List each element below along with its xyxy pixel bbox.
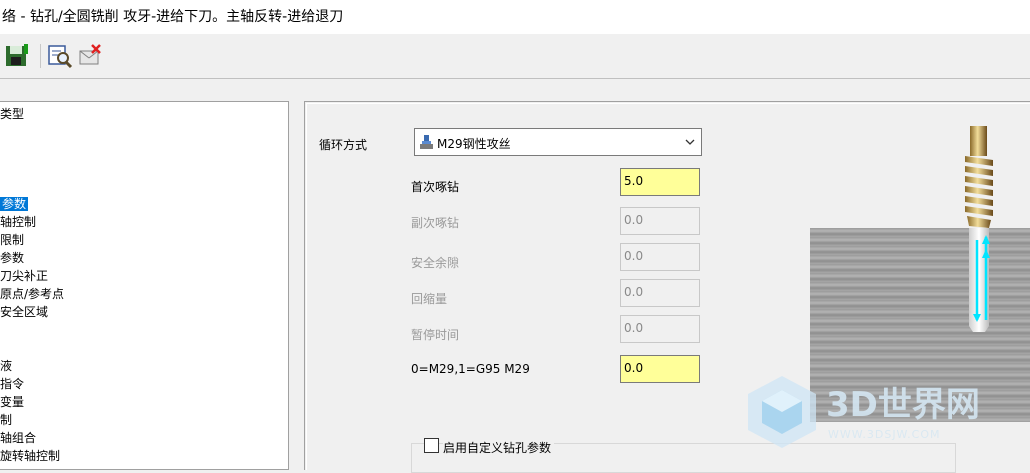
first-peck-field[interactable]: 5.0 <box>620 168 700 196</box>
dwell-time-label: 暂停时间 <box>411 328 460 342</box>
tree-item[interactable]: 轴组合 <box>0 430 36 447</box>
tree-item[interactable]: 轴控制 <box>0 214 36 231</box>
tap-tool-icon <box>420 135 433 149</box>
save-icon[interactable] <box>2 42 30 70</box>
subsequent-peck-label: 副次啄钻 <box>411 216 460 230</box>
watermark-url: WWW.3DSJW.COM <box>828 428 941 441</box>
custom-drill-label: 启用自定义钻孔参数 <box>443 439 555 456</box>
cycle-type-select[interactable]: M29钢性攻丝 <box>414 128 702 156</box>
tree-item[interactable]: 指令 <box>0 376 24 393</box>
retract-amount-label: 回缩量 <box>411 292 448 306</box>
tree-item[interactable]: 旋转轴控制 <box>0 448 60 465</box>
toolbar <box>0 36 1030 76</box>
tree-item[interactable]: 液 <box>0 358 12 375</box>
safety-clearance-field[interactable]: 0.0 <box>620 243 700 271</box>
tree-item[interactable]: 限制 <box>0 232 24 249</box>
tree-item[interactable]: 制 <box>0 412 12 429</box>
tap-illustration <box>965 126 993 332</box>
retract-amount-field[interactable]: 0.0 <box>620 279 700 307</box>
subsequent-peck-field[interactable]: 0.0 <box>620 207 700 235</box>
custom-drill-checkbox[interactable] <box>424 438 439 453</box>
dwell-time-field[interactable]: 0.0 <box>620 315 700 343</box>
tree-item[interactable]: 原点/参考点 <box>0 286 64 303</box>
watermark-text: 3D世界网 <box>826 385 980 425</box>
site-watermark: 3D世界网 WWW.3DSJW.COM <box>742 372 1030 452</box>
tree-item[interactable]: 安全区域 <box>0 304 48 321</box>
tree-item[interactable]: 类型 <box>0 106 24 123</box>
cycle-type-label: 循环方式 <box>319 138 368 152</box>
toolbar-divider <box>0 78 1030 79</box>
delete-icon[interactable] <box>76 42 104 70</box>
cube-logo-icon: 3D世界网 WWW.3DSJW.COM <box>748 376 980 448</box>
window-title: 络 - 钻孔/全圆铣削 攻牙-进给下刀。主轴反转-进给退刀 <box>0 0 1030 34</box>
safety-clearance-label: 安全余隙 <box>411 256 460 270</box>
m29-mode-label: 0=M29,1=G95 M29 <box>411 362 530 376</box>
zoom-preview-icon[interactable] <box>46 42 74 70</box>
tree-item[interactable]: 变量 <box>0 394 24 411</box>
first-peck-label: 首次啄钻 <box>411 180 460 194</box>
cycle-type-value: M29钢性攻丝 <box>437 137 511 151</box>
toolbar-separator <box>40 44 41 68</box>
tap-thread <box>965 156 993 228</box>
tree-item[interactable]: 刀尖补正 <box>0 268 48 285</box>
chevron-down-icon <box>685 136 695 146</box>
tree-item-selected[interactable]: 参数 <box>0 196 29 213</box>
settings-tree[interactable]: 类型 参数 轴控制 限制 参数 刀尖补正 原点/参考点 安全区域 液 指令 变量… <box>0 101 289 470</box>
tree-item[interactable]: 参数 <box>0 250 24 267</box>
m29-mode-field[interactable]: 0.0 <box>620 355 700 383</box>
